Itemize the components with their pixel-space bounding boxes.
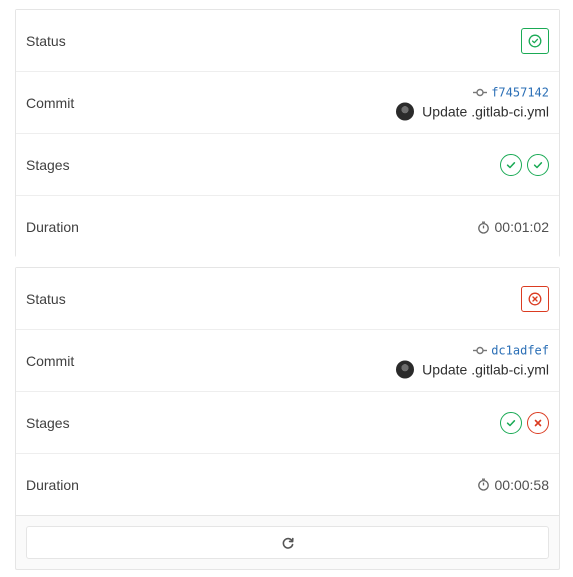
stages-row: Stages bbox=[16, 134, 559, 196]
duration-row: Duration 00:00:58 bbox=[16, 454, 559, 516]
commit-icon bbox=[473, 346, 488, 354]
stage-success-icon[interactable] bbox=[527, 153, 549, 176]
commit-sha-link[interactable]: f7457142 bbox=[491, 85, 549, 99]
stages-value bbox=[500, 411, 549, 434]
status-row: Status bbox=[16, 10, 559, 72]
stages-row: Stages bbox=[16, 392, 559, 454]
refresh-area bbox=[26, 526, 549, 559]
commit-value: f7457142 Update .gitlab-ci.yml bbox=[396, 85, 549, 120]
duration-label: Duration bbox=[26, 219, 79, 235]
refresh-icon bbox=[282, 537, 294, 549]
refresh-button[interactable] bbox=[26, 526, 549, 559]
duration-text: 00:01:02 bbox=[494, 219, 550, 235]
duration-display: 00:01:02 bbox=[477, 219, 550, 235]
commit-label: Commit bbox=[26, 94, 75, 111]
stage-list bbox=[500, 411, 549, 434]
commit-title-line: Update .gitlab-ci.yml bbox=[396, 102, 549, 120]
stages-label: Stages bbox=[26, 414, 70, 431]
commit-label: Commit bbox=[26, 352, 75, 369]
duration-value: 00:00:58 bbox=[477, 476, 550, 493]
x-circle-icon bbox=[528, 292, 542, 305]
commit-icon bbox=[473, 88, 488, 96]
avatar[interactable] bbox=[396, 102, 415, 120]
commit-sha-line: f7457142 bbox=[473, 85, 549, 99]
stage-list bbox=[500, 153, 549, 176]
commit-title-line: Update .gitlab-ci.yml bbox=[396, 360, 549, 378]
status-label: Status bbox=[26, 290, 66, 307]
status-badge-failed[interactable] bbox=[521, 285, 549, 312]
commit-sha-line: dc1adfef bbox=[473, 343, 549, 357]
duration-label: Duration bbox=[26, 476, 79, 493]
status-value bbox=[521, 285, 549, 312]
stages-value bbox=[500, 153, 549, 176]
stage-success-icon[interactable] bbox=[500, 153, 522, 176]
check-circle-icon bbox=[528, 34, 542, 47]
commit-row: Commit f7457142 Update .gitlab-ci.yml bbox=[16, 72, 559, 134]
stages-label: Stages bbox=[26, 156, 70, 173]
commit-value: dc1adfef Update .gitlab-ci.yml bbox=[396, 343, 549, 378]
stage-failed-icon[interactable] bbox=[527, 411, 549, 434]
avatar[interactable] bbox=[396, 360, 415, 378]
stopwatch-icon bbox=[477, 221, 489, 234]
status-value bbox=[521, 27, 549, 54]
status-label: Status bbox=[26, 32, 66, 49]
commit-row: Commit dc1adfef Update .gitlab-ci.yml bbox=[16, 330, 559, 392]
duration-row: Duration 00:01:02 bbox=[16, 196, 559, 258]
commit-title-link[interactable]: Update .gitlab-ci.yml bbox=[422, 103, 549, 119]
stopwatch-icon bbox=[477, 478, 489, 491]
pipeline-card-1: Status Commit f7457142 Update .gitlab-ci… bbox=[15, 9, 560, 258]
status-row: Status bbox=[16, 268, 559, 330]
pipeline-card-2: Status Commit dc1adfef Update .gitlab-ci… bbox=[15, 267, 560, 570]
commit-title-link[interactable]: Update .gitlab-ci.yml bbox=[422, 361, 549, 377]
duration-value: 00:01:02 bbox=[477, 219, 550, 235]
duration-text: 00:00:58 bbox=[494, 476, 550, 493]
stage-success-icon[interactable] bbox=[500, 411, 522, 434]
commit-sha-link[interactable]: dc1adfef bbox=[491, 343, 549, 357]
status-badge-success[interactable] bbox=[521, 27, 549, 54]
duration-display: 00:00:58 bbox=[477, 476, 550, 493]
